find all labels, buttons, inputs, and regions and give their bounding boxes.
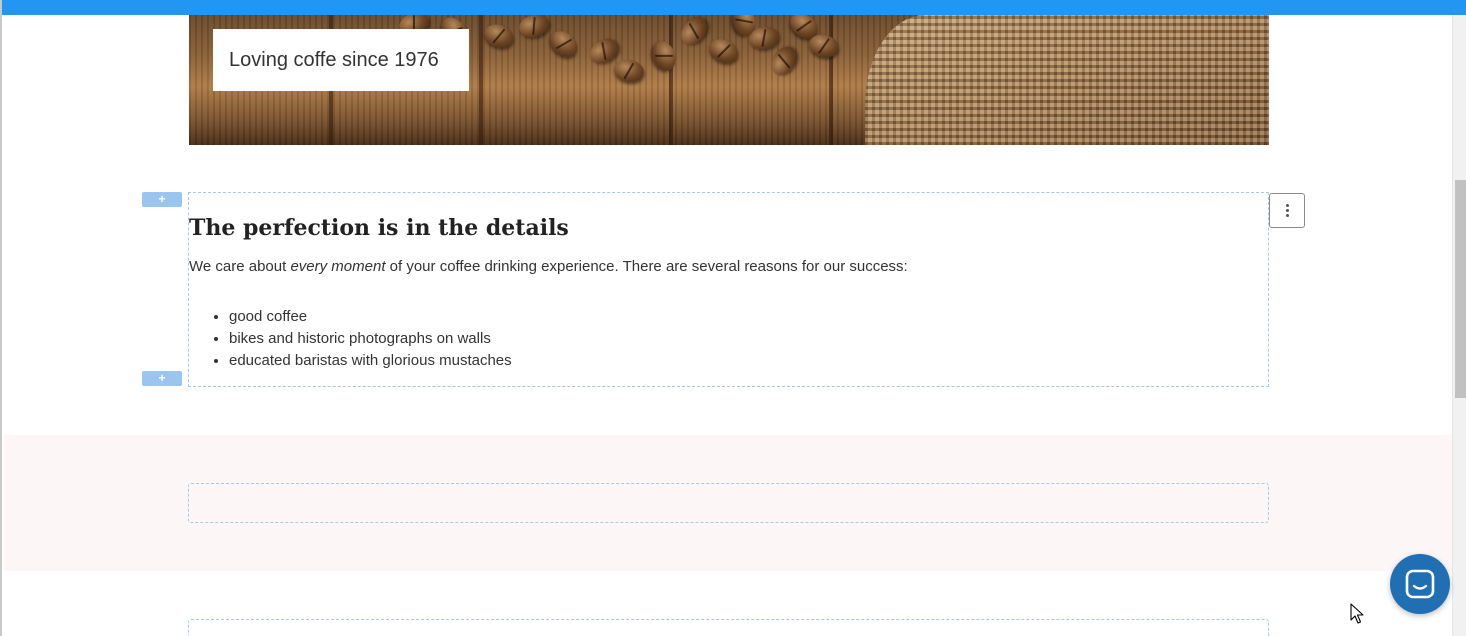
top-accent-bar bbox=[2, 0, 1466, 15]
chat-launcher-button[interactable] bbox=[1390, 554, 1450, 614]
reasons-list: good coffee bikes and historic photograp… bbox=[189, 306, 512, 372]
list-item: educated baristas with glorious mustache… bbox=[229, 350, 512, 372]
list-item: good coffee bbox=[229, 306, 512, 328]
more-vertical-icon bbox=[1285, 204, 1289, 217]
empty-block-placeholder[interactable] bbox=[188, 483, 1269, 523]
intro-text-start: We care about bbox=[189, 258, 291, 275]
plus-icon: + bbox=[158, 371, 166, 385]
add-block-above-button[interactable]: + bbox=[142, 192, 182, 207]
mouse-cursor-icon bbox=[1350, 603, 1364, 624]
burlap-sack bbox=[865, 15, 1269, 145]
chat-icon bbox=[1405, 569, 1435, 599]
add-block-below-button[interactable]: + bbox=[142, 371, 182, 386]
next-block-placeholder[interactable] bbox=[188, 619, 1269, 636]
block-menu-button[interactable] bbox=[1269, 193, 1305, 228]
scrollbar-thumb[interactable] bbox=[1455, 180, 1466, 398]
section-heading: The perfection is in the details bbox=[189, 215, 569, 241]
intro-paragraph: We care about every moment of your coffe… bbox=[189, 258, 908, 275]
editor-viewport: Loving coffe since 1976 + + The perfecti… bbox=[0, 0, 1466, 636]
hero-caption: Loving coffe since 1976 bbox=[213, 29, 469, 91]
intro-text-end: of your coffee drinking experience. Ther… bbox=[385, 258, 908, 275]
list-item: bikes and historic photographs on walls bbox=[229, 328, 512, 350]
plus-icon: + bbox=[158, 192, 166, 206]
intro-emphasis: every moment bbox=[290, 258, 386, 275]
hero-caption-text: Loving coffe since 1976 bbox=[229, 48, 439, 71]
